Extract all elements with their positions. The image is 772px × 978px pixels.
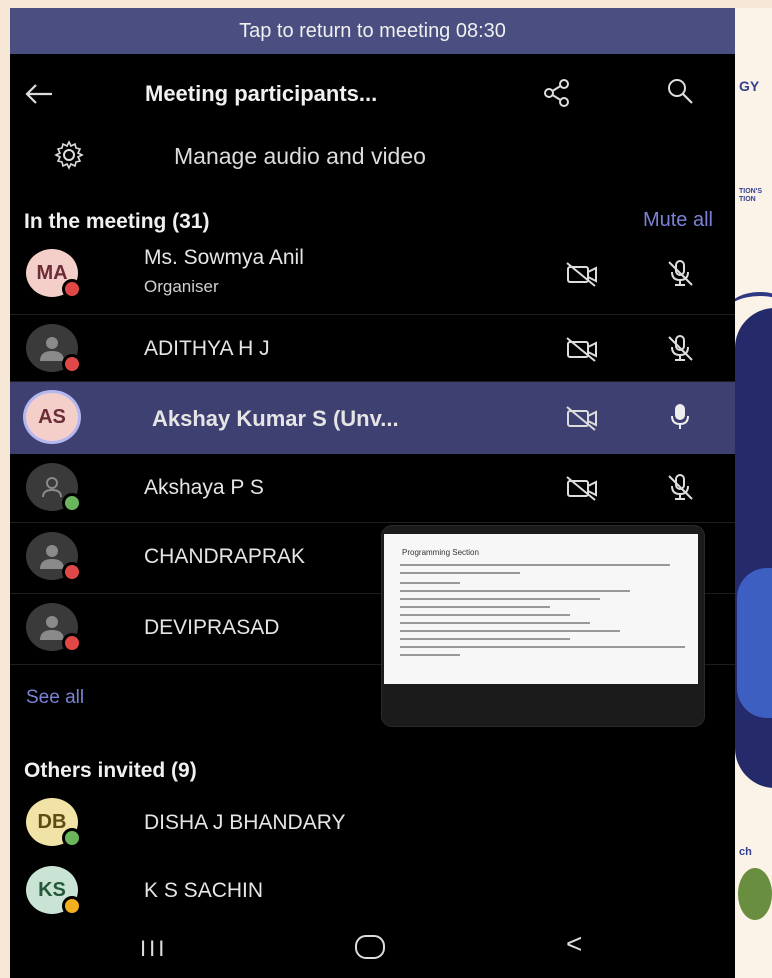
avatar: DB bbox=[26, 798, 82, 848]
invited-row[interactable]: DB DISHA J BHANDARY bbox=[10, 789, 735, 857]
side-text: TION'S bbox=[739, 188, 763, 195]
status-available-dot bbox=[62, 828, 82, 848]
mic-off-icon bbox=[665, 472, 695, 507]
slide-text-line bbox=[400, 638, 570, 640]
participant-name: Ms. Sowmya Anil bbox=[144, 246, 304, 269]
slide-text-line bbox=[400, 614, 570, 616]
participant-row[interactable]: MA Ms. Sowmya Anil Organiser bbox=[10, 240, 735, 315]
avatar: KS bbox=[26, 866, 82, 916]
background-presentation-edge: GY TION'S TION ch bbox=[735, 8, 772, 978]
slide-text-line bbox=[400, 564, 670, 566]
others-invited-section-header: Others invited (9) bbox=[10, 733, 735, 789]
in-meeting-section-header: In the meeting (31) Mute all bbox=[10, 178, 735, 240]
back-arrow-icon[interactable] bbox=[24, 75, 84, 114]
slide-text-line bbox=[400, 572, 520, 574]
person-icon bbox=[40, 616, 64, 640]
camera-off-icon bbox=[565, 404, 599, 437]
slide-text-line bbox=[400, 654, 460, 656]
home-button[interactable] bbox=[352, 932, 388, 967]
avatar bbox=[26, 532, 82, 582]
slide-text-line bbox=[400, 630, 620, 632]
participant-name: ADITHYA H J bbox=[144, 337, 270, 360]
decorative-shape bbox=[737, 568, 772, 718]
see-all-link[interactable]: See all bbox=[26, 687, 84, 709]
participant-row[interactable]: Akshaya P S bbox=[10, 454, 735, 523]
participant-name: DEVIPRASAD bbox=[144, 616, 280, 639]
teams-phone-screen: Tap to return to meeting 08:30 Meeting p… bbox=[10, 8, 735, 978]
avatar-initials: DB bbox=[37, 810, 67, 833]
side-text: TION bbox=[739, 196, 756, 203]
slide-text-line bbox=[400, 582, 460, 584]
status-away-dot bbox=[62, 896, 82, 916]
mic-off-icon bbox=[665, 333, 695, 368]
avatar: AS bbox=[26, 393, 78, 441]
slide-text-line bbox=[400, 622, 590, 624]
slide-text-line bbox=[400, 606, 550, 608]
mic-on-icon bbox=[665, 402, 695, 437]
camera-off-icon bbox=[565, 335, 599, 368]
status-busy-dot bbox=[62, 279, 82, 299]
participant-name: Akshay Kumar S (Unv... bbox=[152, 406, 399, 431]
camera-off-icon bbox=[565, 474, 599, 507]
shared-slide-thumbnail: Programming Section bbox=[384, 534, 698, 684]
others-invited-heading: Others invited (9) bbox=[24, 759, 197, 782]
participant-name: Akshaya P S bbox=[144, 476, 264, 499]
participant-row-active-speaker[interactable]: AS Akshay Kumar S (Unv... bbox=[10, 382, 735, 454]
recent-apps-button[interactable]: III bbox=[140, 936, 167, 962]
top-app-bar: Meeting participants... bbox=[10, 54, 735, 134]
slide-title: Programming Section bbox=[402, 548, 479, 557]
status-busy-dot bbox=[62, 354, 82, 374]
avatar-initials: MA bbox=[36, 261, 68, 284]
status-busy-dot bbox=[62, 562, 82, 582]
slide-text-line bbox=[400, 646, 685, 648]
avatar-initials: AS bbox=[38, 405, 66, 428]
banner-text: Tap to return to meeting 08:30 bbox=[239, 19, 506, 42]
slide-text-line bbox=[400, 598, 600, 600]
avatar-initials: KS bbox=[38, 878, 66, 901]
slide-text-line bbox=[400, 590, 630, 592]
manage-audio-video-label: Manage audio and video bbox=[174, 142, 426, 169]
invited-row[interactable]: KS K S SACHIN bbox=[10, 857, 735, 925]
status-busy-dot bbox=[62, 633, 82, 653]
mute-all-button[interactable]: Mute all bbox=[643, 209, 713, 232]
person-outline-icon bbox=[42, 477, 62, 498]
participant-role: Organiser bbox=[144, 277, 219, 296]
manage-audio-video[interactable]: Manage audio and video bbox=[10, 134, 735, 178]
person-icon bbox=[40, 545, 64, 569]
share-icon[interactable] bbox=[542, 78, 572, 113]
back-button[interactable]: < bbox=[566, 928, 582, 960]
shared-screen-preview[interactable]: Programming Section bbox=[382, 526, 704, 726]
camera-off-icon bbox=[565, 260, 599, 293]
avatar: MA bbox=[26, 249, 82, 299]
participant-name: CHANDRAPRAK bbox=[144, 545, 306, 568]
in-meeting-heading: In the meeting (31) bbox=[24, 210, 210, 233]
avatar bbox=[26, 463, 82, 513]
page-title: Meeting participants... bbox=[145, 81, 378, 106]
status-available-dot bbox=[62, 493, 82, 513]
android-nav-bar: III < bbox=[10, 916, 735, 978]
search-icon[interactable] bbox=[665, 76, 695, 111]
participant-row[interactable]: ADITHYA H J bbox=[10, 315, 735, 382]
gear-icon bbox=[54, 140, 84, 175]
return-to-meeting-banner[interactable]: Tap to return to meeting 08:30 bbox=[10, 8, 735, 54]
avatar bbox=[26, 603, 82, 653]
person-icon bbox=[40, 337, 64, 361]
side-text: GY bbox=[739, 78, 760, 94]
side-text: ch bbox=[739, 846, 752, 858]
invited-name: K S SACHIN bbox=[144, 879, 264, 902]
logo-seal-icon bbox=[738, 868, 772, 920]
mic-off-icon bbox=[665, 258, 695, 293]
invited-name: DISHA J BHANDARY bbox=[144, 811, 346, 834]
avatar bbox=[26, 324, 82, 374]
